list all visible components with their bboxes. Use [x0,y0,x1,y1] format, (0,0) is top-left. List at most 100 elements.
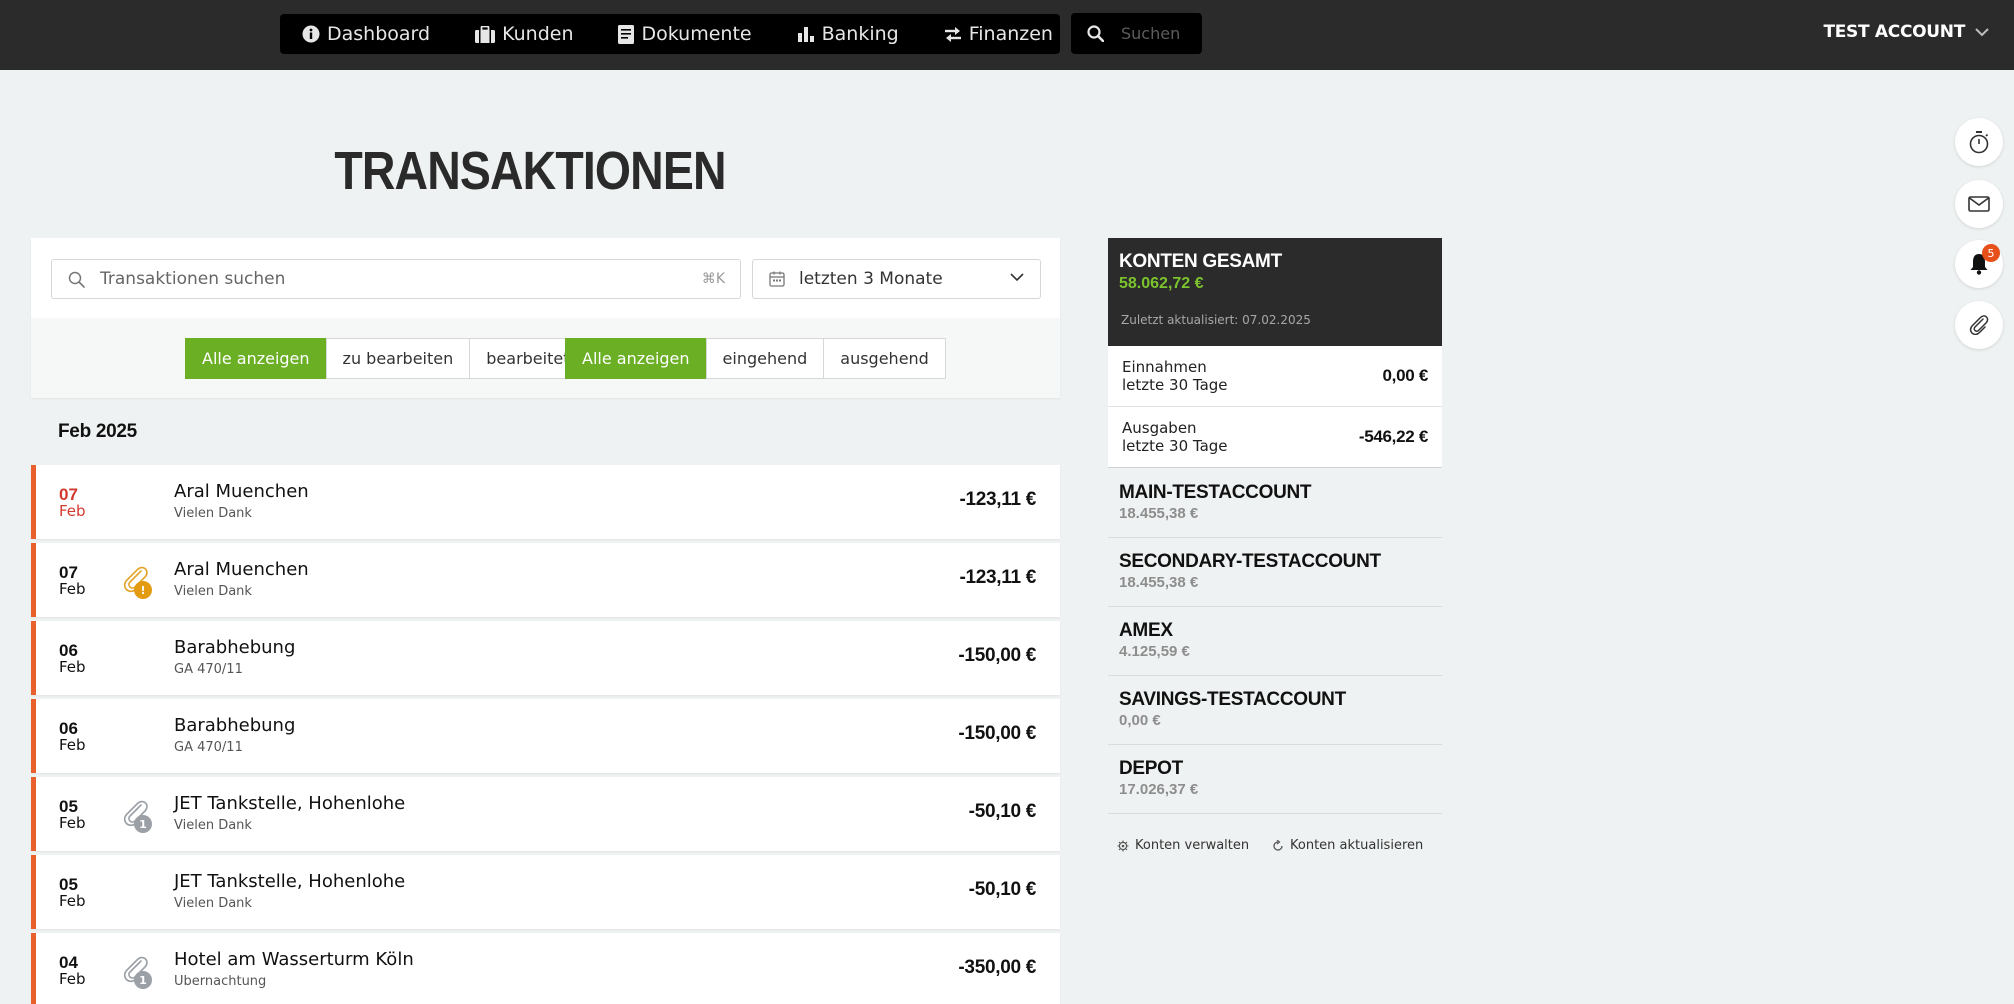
account-balance: 18.455,38 € [1119,505,1199,522]
account-name: SAVINGS-TESTACCOUNT [1119,689,1346,710]
account-item[interactable]: SECONDARY-TESTACCOUNT 18.455,38 € [1108,538,1442,607]
direction-filter: Alle anzeigen eingehend ausgehend [565,338,946,379]
refresh-accounts-link[interactable]: Konten aktualisieren [1272,838,1423,853]
transaction-row[interactable]: 07 Feb! Aral Muenchen Vielen Dank -123,11 € [31,543,1060,617]
refresh-icon [1273,839,1283,851]
global-search-input[interactable] [1121,24,1201,43]
accounts-total-label: KONTEN GESAMT [1119,251,1282,272]
transaction-title: Aral Muenchen [174,559,309,580]
transaction-title: Barabhebung [174,637,296,658]
transaction-row[interactable]: 07 Feb Aral Muenchen Vielen Dank -123,11 € [31,465,1060,539]
transaction-row[interactable]: 06 Feb Barabhebung GA 470/11 -150,00 € [31,699,1060,773]
attachments-button[interactable] [1955,301,2003,349]
expenses-period: letzte 30 Tage [1122,437,1228,455]
transaction-title: JET Tankstelle, Hohenlohe [174,793,406,814]
status-filter-todo[interactable]: zu bearbeiten [325,338,471,379]
attachment-indicator[interactable]: 1 [119,799,155,833]
account-balance: 18.455,38 € [1119,574,1199,591]
top-bar: Dashboard Kunden Dokumente Banking Finan… [0,0,2014,70]
account-item[interactable]: DEPOT 17.026,37 € [1108,745,1442,814]
account-item[interactable]: MAIN-TESTACCOUNT 18.455,38 € [1108,469,1442,538]
transaction-month: Feb [59,892,86,910]
notification-count-badge: 5 [1982,244,2000,262]
nav-dashboard-label: Dashboard [327,23,431,45]
transaction-search[interactable]: ⌘K [51,259,741,299]
account-name: DEPOT [1119,758,1183,779]
transaction-subtitle: Vielen Dank [174,584,252,599]
transaction-amount: -123,11 € [959,567,1036,588]
accounts-total-card: KONTEN GESAMT 58.062,72 € Zuletzt aktual… [1108,238,1442,346]
transaction-subtitle: GA 470/11 [174,740,243,755]
nav-finanzen[interactable]: Finanzen [944,23,1053,45]
account-name: AMEX [1119,620,1173,641]
month-heading: Feb 2025 [58,421,137,442]
nav-kunden-label: Kunden [502,23,574,45]
manage-accounts-link[interactable]: Konten verwalten [1117,838,1249,853]
global-search[interactable] [1071,13,1202,54]
refresh-accounts-label: Konten aktualisieren [1290,838,1424,853]
attachment-warning-badge: ! [134,581,152,599]
direction-filter-incoming[interactable]: eingehend [705,338,825,379]
nav-dashboard[interactable]: Dashboard [302,23,430,45]
nav-banking[interactable]: Banking [797,23,899,45]
transaction-month: Feb [59,736,86,754]
transaction-subtitle: Vielen Dank [174,896,252,911]
transaction-subtitle: Ubernachtung [174,974,267,989]
calendar-icon [769,271,785,287]
account-name: SECONDARY-TESTACCOUNT [1119,551,1381,572]
bar-chart-icon [797,27,814,42]
nav-dokumente[interactable]: Dokumente [618,23,752,45]
filter-panel: ⌘K letzten 3 Monate Alle anzeigen zu bea… [31,238,1060,398]
transaction-amount: -350,00 € [958,957,1036,978]
paperclip-icon [1969,315,1989,335]
nav-finanzen-label: Finanzen [968,23,1053,45]
messages-button[interactable] [1955,180,2003,228]
transaction-month: Feb [59,580,86,598]
transaction-month: Feb [59,502,86,520]
accounts-total-value: 58.062,72 € [1119,275,1204,292]
account-item[interactable]: AMEX 4.125,59 € [1108,607,1442,676]
transaction-month: Feb [59,814,86,832]
stopwatch-icon [1969,131,1989,154]
income-period: letzte 30 Tage [1122,376,1228,394]
expenses-label: Ausgaben [1122,419,1197,437]
info-circle-icon [302,25,320,43]
attachment-indicator[interactable]: 1 [119,955,155,989]
account-menu[interactable]: TEST ACCOUNT [1823,22,1989,42]
transaction-title: JET Tankstelle, Hohenlohe [174,871,406,892]
transaction-title: Aral Muenchen [174,481,309,502]
account-balance: 0,00 € [1119,712,1161,729]
timer-button[interactable] [1955,118,2003,166]
transaction-amount: -150,00 € [958,723,1036,744]
direction-filter-all[interactable]: Alle anzeigen [565,338,707,379]
gear-icon [1117,840,1129,851]
income-value: 0,00 € [1382,366,1429,385]
document-icon [618,24,635,44]
nav-kunden[interactable]: Kunden [475,23,573,45]
account-name: TEST ACCOUNT [1823,22,1965,42]
account-balance: 4.125,59 € [1119,643,1190,660]
status-filter-all[interactable]: Alle anzeigen [185,338,327,379]
attachment-count-badge: 1 [134,971,152,989]
chevron-down-icon [1975,27,1989,36]
transaction-row[interactable]: 04 Feb 1 Hotel am Wasserturm Köln Ubernachtu… [31,933,1060,1004]
direction-filter-outgoing[interactable]: ausgehend [823,338,946,379]
transaction-search-input[interactable] [100,269,680,289]
period-select[interactable]: letzten 3 Monate [752,259,1041,299]
accounts-updated: Zuletzt aktualisiert: 07.02.2025 [1121,313,1311,327]
manage-accounts-label: Konten verwalten [1135,838,1250,853]
briefcase-icon [475,25,496,43]
attachment-indicator[interactable]: ! [119,565,155,599]
transaction-row[interactable]: 05 Feb JET Tankstelle, Hohenlohe Vielen Dan… [31,855,1060,929]
transaction-subtitle: GA 470/11 [174,662,243,677]
mail-icon [1968,196,1990,212]
transaction-row[interactable]: 05 Feb 1 JET Tankstelle, Hohenlohe Vielen Da… [31,777,1060,851]
transaction-row[interactable]: 06 Feb Barabhebung GA 470/11 -150,00 € [31,621,1060,695]
notifications-button[interactable]: 5 [1955,240,2003,288]
transaction-title: Hotel am Wasserturm Köln [174,949,414,970]
main-nav: Dashboard Kunden Dokumente Banking Finan… [280,14,1060,54]
search-icon [68,271,85,288]
transaction-subtitle: Vielen Dank [174,506,252,521]
account-item[interactable]: SAVINGS-TESTACCOUNT 0,00 € [1108,676,1442,745]
attachment-count-badge: 1 [134,815,152,833]
